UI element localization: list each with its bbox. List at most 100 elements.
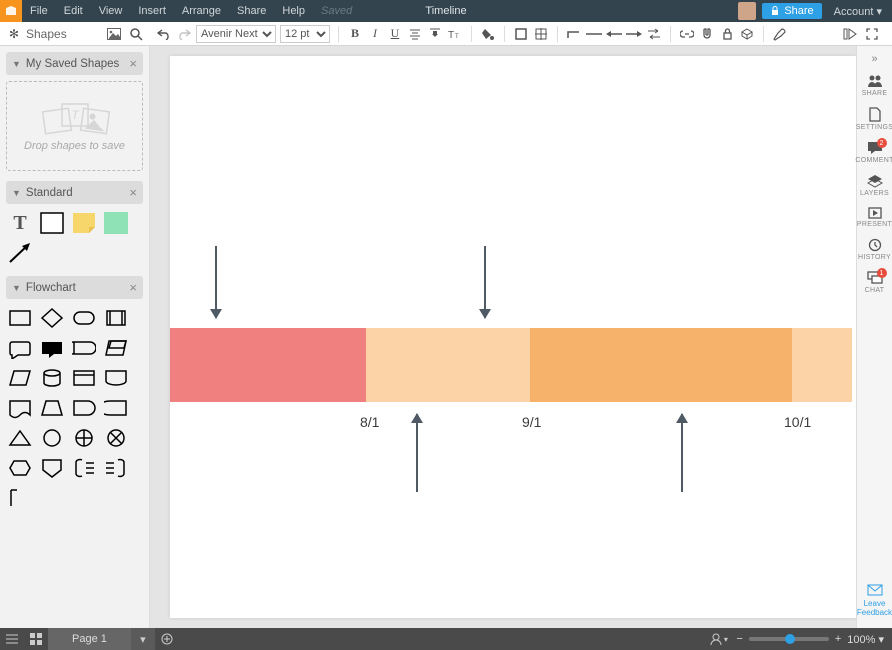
swap-icon[interactable] (646, 26, 662, 42)
flowchart-shape-4[interactable] (6, 335, 34, 361)
dropzone-saved-shapes[interactable]: T Drop shapes to save (6, 81, 143, 171)
timeline-label[interactable]: 8/1 (360, 414, 379, 430)
flowchart-shape-5[interactable] (38, 335, 66, 361)
wrench-icon[interactable] (772, 26, 788, 42)
rail-present[interactable]: PRESENT (857, 201, 892, 232)
valign-icon[interactable] (427, 26, 443, 42)
search-icon[interactable] (128, 26, 144, 42)
rail-history[interactable]: HISTORY (857, 232, 892, 265)
app-logo[interactable] (0, 0, 22, 22)
image-icon[interactable] (106, 26, 122, 42)
timeline-label[interactable]: 10/1 (784, 414, 811, 430)
menu-view[interactable]: View (91, 5, 131, 17)
rail-layers[interactable]: LAYERS (857, 168, 892, 201)
flowchart-shape-0[interactable] (6, 305, 34, 331)
line-style-icon[interactable] (566, 26, 582, 42)
rail-expand[interactable]: » (857, 50, 892, 68)
redo-icon[interactable] (176, 26, 192, 42)
feedback-button[interactable]: LeaveFeedback (857, 578, 892, 628)
shape-note-yellow[interactable] (70, 210, 98, 236)
list-view-icon[interactable] (0, 628, 24, 650)
line-solid-icon[interactable] (586, 26, 602, 42)
flowchart-shape-8[interactable] (6, 365, 34, 391)
flowchart-shape-20[interactable] (6, 455, 34, 481)
canvas-area[interactable]: 8/1 9/1 10/1 (150, 46, 856, 628)
border-icon[interactable] (513, 26, 529, 42)
timeline-block[interactable] (792, 328, 852, 402)
menu-arrange[interactable]: Arrange (174, 5, 229, 17)
flowchart-shape-19[interactable] (102, 425, 130, 451)
align-icon[interactable] (407, 26, 423, 42)
shape-text[interactable]: T (6, 210, 34, 236)
flowchart-shape-14[interactable] (70, 395, 98, 421)
font-size-select[interactable]: 12 pt (280, 25, 330, 43)
close-icon[interactable]: × (129, 185, 137, 200)
bold-icon[interactable]: B (347, 26, 363, 42)
flowchart-shape-12[interactable] (6, 395, 34, 421)
arrow-down[interactable] (484, 246, 486, 318)
shape-rect-outline[interactable] (38, 210, 66, 236)
flowchart-shape-21[interactable] (38, 455, 66, 481)
flowchart-shape-16[interactable] (6, 425, 34, 451)
account-menu[interactable]: Account ▾ (830, 5, 892, 18)
font-family-select[interactable]: Avenir Next (196, 25, 276, 43)
zoom-minus-icon[interactable]: − (736, 633, 742, 645)
flowchart-shape-3[interactable] (102, 305, 130, 331)
link-icon[interactable] (679, 26, 695, 42)
position-icon[interactable] (533, 26, 549, 42)
flowchart-shape-9[interactable] (38, 365, 66, 391)
text-size-icon[interactable]: TT (447, 26, 463, 42)
italic-icon[interactable]: I (367, 26, 383, 42)
menu-file[interactable]: File (22, 5, 56, 17)
grid-view-icon[interactable] (24, 628, 48, 650)
arrow-left-icon[interactable] (606, 26, 622, 42)
menu-edit[interactable]: Edit (56, 5, 91, 17)
close-icon[interactable]: × (129, 280, 137, 295)
page-menu-icon[interactable]: ▾ (131, 628, 155, 650)
play-start-icon[interactable] (842, 26, 858, 42)
master-icon[interactable]: ▾ (706, 628, 730, 650)
magnet-icon[interactable] (699, 26, 715, 42)
arrow-down[interactable] (215, 246, 217, 318)
underline-icon[interactable]: U (387, 26, 403, 42)
fill-icon[interactable] (480, 26, 496, 42)
zoom-plus-icon[interactable]: + (835, 633, 841, 645)
shape-arrow-line[interactable] (6, 240, 34, 266)
page-tab[interactable]: Page 1 (48, 628, 131, 650)
flowchart-shape-15[interactable] (102, 395, 130, 421)
section-my-saved-shapes[interactable]: ▼ My Saved Shapes × (6, 52, 143, 75)
flowchart-shape-13[interactable] (38, 395, 66, 421)
undo-icon[interactable] (156, 26, 172, 42)
flowchart-shape-17[interactable] (38, 425, 66, 451)
flowchart-shape-23[interactable] (102, 455, 130, 481)
user-avatar[interactable] (738, 2, 756, 20)
flowchart-shape-6[interactable] (70, 335, 98, 361)
section-standard[interactable]: ▼ Standard × (6, 181, 143, 204)
flowchart-shape-10[interactable] (70, 365, 98, 391)
fullscreen-icon[interactable] (864, 26, 880, 42)
flowchart-shape-24[interactable] (6, 485, 34, 511)
add-page-icon[interactable] (155, 628, 179, 650)
arrow-up[interactable] (681, 414, 683, 492)
flowchart-shape-1[interactable] (38, 305, 66, 331)
timeline-block[interactable] (530, 328, 792, 402)
zoom-label[interactable]: 100% ▾ (847, 633, 884, 646)
zoom-slider[interactable] (749, 637, 829, 641)
arrow-up[interactable] (416, 414, 418, 492)
timeline-block[interactable] (366, 328, 530, 402)
canvas-page[interactable]: 8/1 9/1 10/1 (170, 56, 856, 618)
section-flowchart[interactable]: ▼ Flowchart × (6, 276, 143, 299)
timeline-block[interactable] (170, 328, 366, 402)
arrow-right-icon[interactable] (626, 26, 642, 42)
document-title[interactable]: Timeline (425, 5, 466, 17)
rail-share[interactable]: SHARE (857, 68, 892, 101)
gear-icon[interactable]: ✻ (6, 26, 22, 42)
timeline-label[interactable]: 9/1 (522, 414, 541, 430)
rail-chat[interactable]: CHAT1 (857, 265, 892, 298)
rail-settings[interactable]: SETTINGS (857, 101, 892, 135)
shape-rect-green[interactable] (102, 210, 130, 236)
lock-icon[interactable] (719, 26, 735, 42)
flowchart-shape-18[interactable] (70, 425, 98, 451)
menu-help[interactable]: Help (274, 5, 313, 17)
cube-icon[interactable] (739, 26, 755, 42)
